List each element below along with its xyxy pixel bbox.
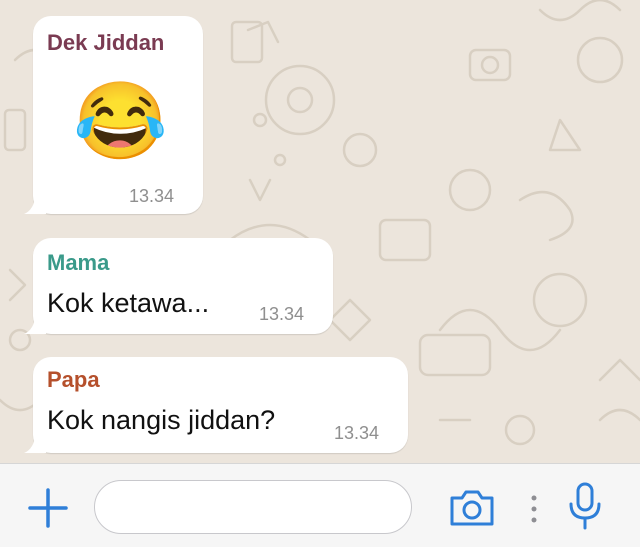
message-time: 13.34	[129, 186, 175, 206]
sender-name: Dek Jiddan	[47, 30, 165, 55]
plus-icon[interactable]	[28, 488, 68, 528]
message-bubble[interactable]: Mama Kok ketawa... 13.34	[24, 238, 333, 334]
bubble-tail	[24, 194, 46, 214]
message-bubble[interactable]: Dek Jiddan 😂 13.34	[24, 16, 203, 214]
message-input[interactable]	[94, 480, 412, 534]
bubble-tail	[24, 433, 46, 453]
message-time: 13.34	[259, 304, 305, 324]
message-text: Kok ketawa...	[47, 288, 210, 318]
microphone-icon[interactable]	[567, 482, 603, 530]
message-text: Kok nangis jiddan?	[47, 405, 276, 435]
camera-icon[interactable]	[448, 488, 496, 528]
laughing-emoji-icon: 😂	[73, 79, 168, 164]
message-time: 13.34	[334, 423, 380, 443]
sender-name: Mama	[47, 250, 110, 275]
bubble-tail	[24, 314, 46, 334]
sender-name: Papa	[47, 367, 100, 392]
message-input-bar	[0, 463, 640, 547]
more-dots-icon[interactable]	[529, 494, 539, 524]
message-bubble[interactable]: Papa Kok nangis jiddan? 13.34	[24, 357, 408, 453]
